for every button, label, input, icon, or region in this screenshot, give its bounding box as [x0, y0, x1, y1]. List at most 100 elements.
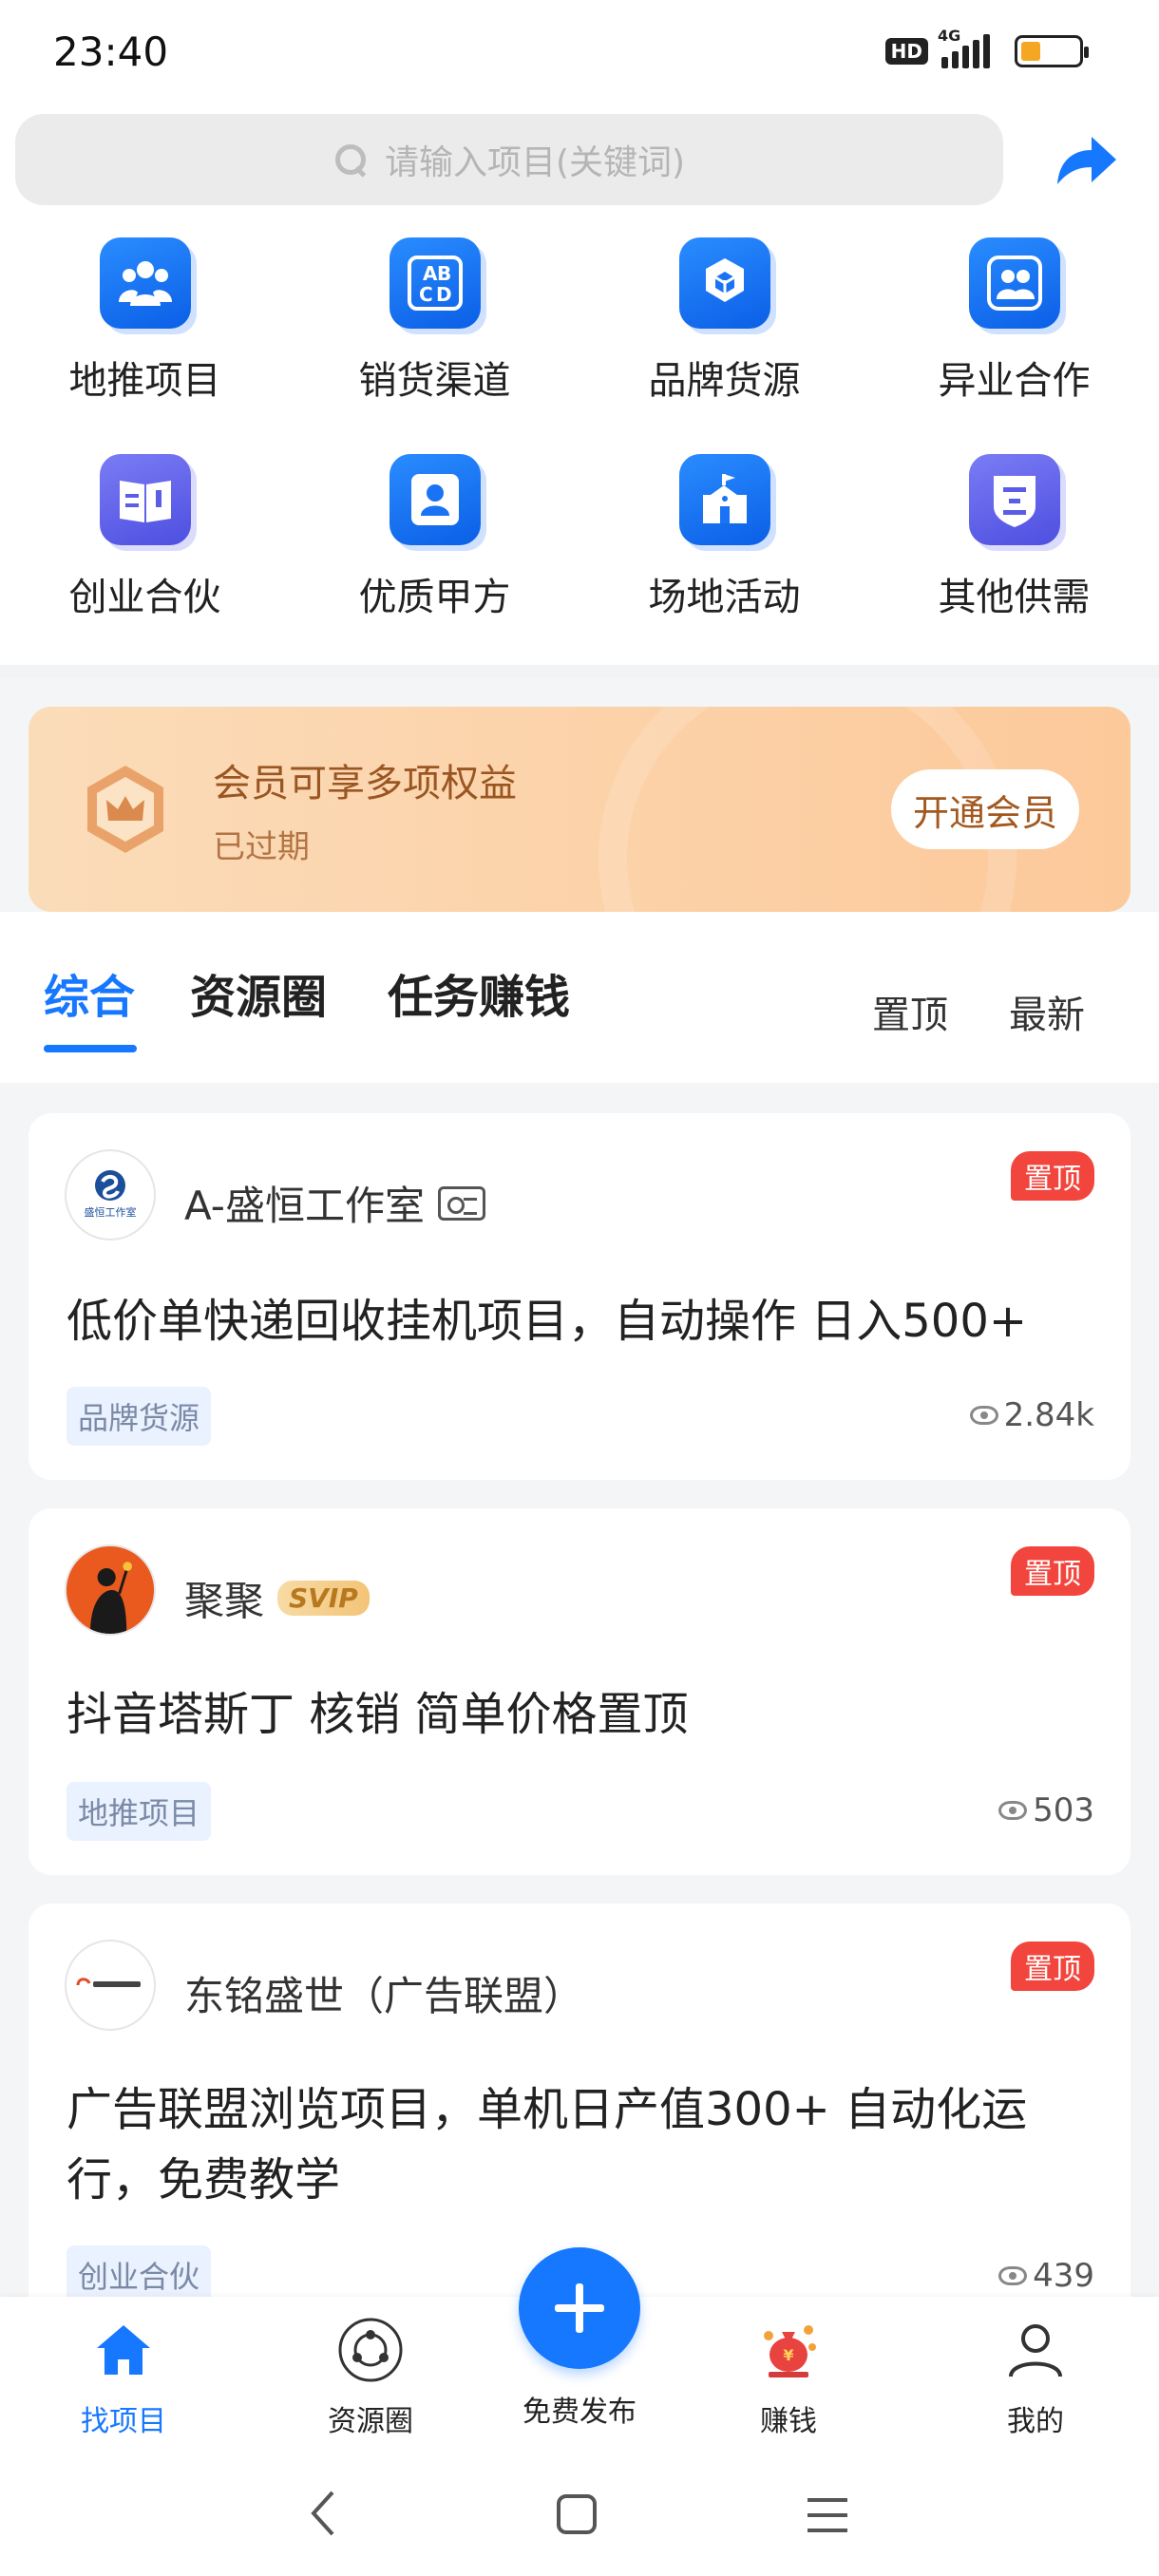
post-card[interactable]: 聚聚 SVIP 置顶 抖音塔斯丁 核销 简单价格置顶 地推项目 503	[28, 1508, 1130, 1875]
search-placeholder: 请输入项目(关键词)	[384, 143, 686, 182]
share-icon[interactable]	[1050, 125, 1122, 194]
nav-earn[interactable]: ¥ 赚钱	[703, 2316, 874, 2439]
contact-card-icon	[389, 454, 481, 545]
svg-text:D: D	[436, 283, 452, 306]
id-card-icon	[437, 1185, 485, 1221]
book-icon	[99, 454, 191, 545]
sort-latest[interactable]: 最新	[1009, 984, 1085, 1039]
sort-pinned[interactable]: 置顶	[872, 984, 948, 1039]
nav-label: 找项目	[81, 2405, 166, 2438]
home-square-icon[interactable]	[555, 2492, 598, 2536]
category-item[interactable]: ABCD 销货渠道	[290, 237, 580, 405]
menu-icon[interactable]	[804, 2494, 851, 2536]
status-time: 23:40	[53, 28, 169, 75]
publish-button[interactable]	[519, 2247, 640, 2369]
category-label: 优质甲方	[358, 576, 511, 619]
back-icon[interactable]	[304, 2487, 342, 2540]
crown-badge-icon	[87, 766, 163, 853]
pinned-badge: 置顶	[1011, 1546, 1094, 1596]
pinned-badge: 置顶	[1011, 1151, 1094, 1201]
nav-label: 赚钱	[760, 2405, 817, 2438]
shield-list-icon	[968, 454, 1060, 545]
category-grid: 地推项目 ABCD 销货渠道 品牌货源 异业合作 创业合伙 优质甲方 场地活动	[0, 237, 1159, 621]
author-name[interactable]: 东铭盛世（广告联盟）	[184, 1964, 583, 2022]
category-label: 其他供需	[938, 576, 1091, 619]
eye-icon	[998, 2266, 1028, 2285]
view-count: 439	[998, 2257, 1094, 2295]
partners-icon	[968, 237, 1060, 329]
circle-icon	[336, 2316, 405, 2384]
nav-label: 资源圈	[328, 2405, 413, 2438]
signal-icon: 4G	[938, 27, 990, 68]
section-divider	[0, 665, 1159, 678]
nav-find-projects[interactable]: 找项目	[38, 2316, 209, 2439]
status-bar: 23:40 HD 4G	[0, 0, 1159, 104]
home-icon	[89, 2316, 158, 2384]
category-item[interactable]: 创业合伙	[0, 454, 290, 621]
search-icon	[333, 142, 368, 177]
system-nav-bar	[0, 2453, 1159, 2576]
feed-tabs	[0, 912, 1159, 1083]
nav-mine[interactable]: 我的	[950, 2316, 1121, 2439]
search-bar[interactable]: 请输入项目(关键词)	[15, 114, 1003, 205]
category-item[interactable]: 地推项目	[0, 237, 290, 405]
category-label: 异业合作	[938, 359, 1091, 403]
category-label: 销货渠道	[358, 359, 511, 403]
category-label: 创业合伙	[68, 576, 221, 619]
post-title[interactable]: 低价单快递回收挂机项目，自动操作 日入500+	[66, 1286, 1102, 1356]
svg-text:A: A	[423, 262, 438, 285]
avatar[interactable]	[65, 1940, 156, 2031]
author-row: A-盛恒工作室	[184, 1174, 485, 1232]
pinned-badge: 置顶	[1011, 1941, 1094, 1991]
svip-badge: SVIP	[277, 1581, 370, 1616]
team-icon	[99, 237, 191, 329]
category-label: 地推项目	[68, 359, 221, 403]
active-tab-indicator	[44, 1045, 137, 1052]
tab-resource-circle[interactable]: 资源圈	[190, 959, 327, 1026]
view-count-value: 503	[1033, 1791, 1094, 1829]
hd-badge: HD	[884, 38, 928, 65]
author-row: 东铭盛世（广告联盟）	[184, 1964, 583, 2022]
category-item[interactable]: 异业合作	[869, 237, 1159, 405]
author-row: 聚聚 SVIP	[184, 1569, 370, 1627]
plus-icon	[555, 2283, 604, 2333]
open-membership-button[interactable]: 开通会员	[891, 769, 1079, 849]
category-item[interactable]: 其他供需	[869, 454, 1159, 621]
user-icon	[1001, 2316, 1070, 2384]
eye-icon	[998, 1801, 1028, 1820]
category-tag: 创业合伙	[66, 2245, 212, 2304]
abcd-icon: ABCD	[389, 237, 481, 329]
view-count: 2.84k	[969, 1396, 1094, 1434]
post-card[interactable]: 盛恒工作室 A-盛恒工作室 置顶 低价单快递回收挂机项目，自动操作 日入500+…	[28, 1113, 1130, 1480]
member-title: 会员可享多项权益	[213, 762, 517, 805]
svg-text:¥: ¥	[783, 2346, 793, 2364]
svg-text:B: B	[437, 262, 451, 285]
avatar[interactable]	[65, 1544, 156, 1636]
category-label: 场地活动	[648, 576, 801, 619]
category-item[interactable]: 场地活动	[580, 454, 869, 621]
battery-icon	[1015, 35, 1089, 67]
category-item[interactable]: 品牌货源	[580, 237, 869, 405]
tab-task-earn[interactable]: 任务赚钱	[388, 959, 570, 1026]
category-label: 品牌货源	[648, 359, 801, 403]
view-count: 503	[998, 1791, 1094, 1829]
nav-label: 我的	[1007, 2405, 1064, 2438]
cubes-icon	[678, 237, 770, 329]
view-count-value: 2.84k	[1003, 1396, 1094, 1434]
eye-icon	[969, 1406, 998, 1425]
money-bag-icon: ¥	[754, 2316, 823, 2384]
nav-resource-circle[interactable]: 资源圈	[285, 2316, 456, 2439]
author-name[interactable]: A-盛恒工作室	[184, 1174, 425, 1232]
category-item[interactable]: 优质甲方	[290, 454, 580, 621]
member-banner[interactable]: 会员可享多项权益 已过期 开通会员	[28, 707, 1130, 912]
svg-text:盛恒工作室: 盛恒工作室	[85, 1205, 137, 1219]
venue-icon	[678, 454, 770, 545]
post-title[interactable]: 抖音塔斯丁 核销 简单价格置顶	[66, 1679, 1102, 1750]
publish-label: 免费发布	[522, 2396, 636, 2429]
post-title[interactable]: 广告联盟浏览项目，单机日产值300+ 自动化运行，免费教学	[66, 2074, 1102, 2215]
tab-general[interactable]: 综合	[44, 959, 135, 1026]
author-name[interactable]: 聚聚	[184, 1569, 264, 1627]
avatar[interactable]: 盛恒工作室	[65, 1149, 156, 1241]
svg-text:C: C	[419, 283, 433, 306]
member-status: 已过期	[213, 828, 310, 866]
